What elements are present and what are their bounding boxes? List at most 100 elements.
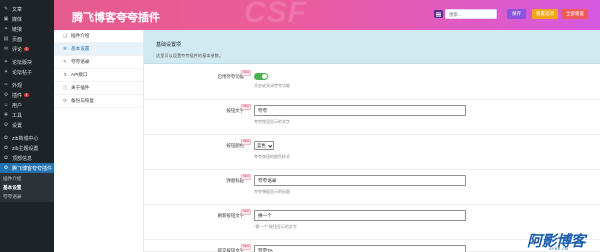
sidebar-item-label: 用户 bbox=[12, 102, 23, 109]
save-button[interactable]: 保存 bbox=[507, 9, 526, 19]
comment-icon: ✉ bbox=[3, 46, 9, 52]
enable-toggle[interactable] bbox=[254, 73, 268, 80]
sidebar-item[interactable]: ▣ 媒体 bbox=[0, 14, 54, 24]
sidebar-item-label: 设置 bbox=[12, 122, 23, 129]
sidebar-item-label: zib商城中心 bbox=[12, 135, 39, 142]
update-count-badge: 1 bbox=[24, 92, 29, 98]
sidebar-item[interactable]: ✉ 评论 1 bbox=[0, 44, 54, 54]
setting-row: 启用夸夸功能 NEW 开启或关闭夸夸功能 bbox=[144, 64, 600, 100]
quote-icon: ✎ bbox=[63, 59, 67, 64]
sidebar-item-label: 文章 bbox=[12, 6, 23, 13]
plugin-nav-label: 插件介绍 bbox=[71, 33, 90, 38]
watermark-domain: AYBK.CN bbox=[549, 246, 569, 251]
setting-help: 夸夸按钮显示的文字 bbox=[254, 119, 290, 124]
sidebar-item[interactable]: ✿ zib主题设置 bbox=[0, 143, 54, 153]
sidebar-subitem[interactable]: 插件介绍 bbox=[0, 174, 54, 183]
appearance-icon: ✑ bbox=[3, 82, 9, 88]
plugin-icon: ⚙ bbox=[3, 92, 9, 98]
plugin-nav-item[interactable]: ❏ 插件介绍 bbox=[54, 30, 143, 43]
setting-label: 提交按钮文字 NEW bbox=[144, 244, 251, 252]
tools-icon: ✚ bbox=[3, 112, 9, 118]
setting-help: 开启或关闭夸夸功能 bbox=[254, 83, 290, 88]
settings-icon: ⚙ bbox=[3, 122, 9, 128]
sidebar-item[interactable]: ✿ zib商城中心 bbox=[0, 133, 54, 143]
plugin-header: CSF 腾飞博客夸夸插件 v2.1.0 保存 重置选项 全部重置 bbox=[54, 0, 600, 30]
sidebar-item[interactable]: ✦ 论坛帖子 bbox=[0, 67, 54, 77]
setting-label-text: 提交按钮文字 bbox=[217, 248, 244, 252]
sidebar-item[interactable]: ⚭ 链接 bbox=[0, 24, 54, 34]
sidebar-item[interactable]: ✎ 文章 bbox=[0, 4, 54, 14]
plugin-nav-item[interactable]: ⟳ 备份与恢复 bbox=[54, 95, 143, 108]
grid-icon: ✿ bbox=[3, 135, 9, 141]
topic-icon: ✦ bbox=[3, 69, 9, 75]
text-field[interactable] bbox=[254, 105, 466, 116]
sidebar-item[interactable]: ⚙ 设置 bbox=[0, 120, 54, 130]
select-value: 蓝色 bbox=[257, 142, 266, 148]
media-icon: ▣ bbox=[3, 16, 9, 22]
sidebar-item-label: 外观 bbox=[12, 82, 23, 89]
sidebar-item-label: 腾飞博客夸夸插件 bbox=[12, 165, 53, 172]
users-icon: ☺ bbox=[3, 102, 9, 108]
menu-toggle-button[interactable] bbox=[434, 10, 443, 18]
new-tag: NEW bbox=[241, 244, 251, 250]
sidebar-item[interactable]: ⚙ 插件 1 bbox=[0, 90, 54, 100]
plugin-nav-label: 夸夸语录 bbox=[71, 59, 90, 64]
setting-label-text: 启用夸夸功能 bbox=[217, 74, 244, 79]
plugin-version: v2.1.0 bbox=[141, 12, 152, 17]
link-icon: ⚭ bbox=[3, 26, 9, 32]
sidebar-item-label: 工具 bbox=[12, 112, 23, 119]
section-header: 基础设置项 这里可以设置夸夸插件的基本参数。 bbox=[144, 30, 600, 64]
sidebar-item-label: zib主题设置 bbox=[12, 145, 39, 152]
sidebar-item[interactable]: ✚ 工具 bbox=[0, 110, 54, 120]
color-select[interactable]: 蓝色 bbox=[254, 141, 274, 150]
gear-icon: ⚙ bbox=[3, 165, 9, 171]
text-field[interactable] bbox=[254, 210, 466, 221]
reset-all-button[interactable]: 全部重置 bbox=[562, 9, 588, 19]
sidebar-item-label: 媒体 bbox=[12, 16, 23, 23]
text-field[interactable] bbox=[254, 175, 466, 186]
plugin-nav-label: API接口 bbox=[71, 72, 88, 77]
sidebar-item-label: 插件 bbox=[12, 92, 23, 99]
sidebar-item[interactable]: ⚙ 腾飞博客夸夸插件 bbox=[0, 163, 54, 173]
section-title: 基础设置项 bbox=[156, 42, 182, 48]
plugin-nav-label: 基本设置 bbox=[71, 46, 90, 51]
update-count-badge: 1 bbox=[24, 46, 29, 52]
setting-row: 弹窗标题NEW夸夸弹窗显示的标题 bbox=[144, 170, 600, 205]
sidebar-item[interactable]: ✑ 外观 bbox=[0, 80, 54, 90]
new-tag: NEW bbox=[241, 174, 251, 180]
plugin-nav-item[interactable]: ✲ 基本设置 bbox=[54, 43, 143, 56]
text-field[interactable] bbox=[254, 245, 466, 252]
header-decoration: CSF bbox=[244, 0, 307, 29]
settings-panel: 基础设置项 这里可以设置夸夸插件的基本参数。 启用夸夸功能 NEW 开启或关闭夸夸功… bbox=[144, 30, 600, 252]
search-input[interactable] bbox=[445, 9, 497, 19]
sidebar-item-label: 页面 bbox=[12, 36, 23, 43]
sidebar-item[interactable]: ☺ 用户 bbox=[0, 100, 54, 110]
sidebar-item-label: 论坛版块 bbox=[12, 59, 33, 66]
api-icon: ↯ bbox=[63, 72, 67, 77]
sidebar-subitem[interactable]: 基本设置 bbox=[0, 183, 54, 192]
hamburger-icon bbox=[436, 13, 441, 15]
backup-icon: ⟳ bbox=[63, 98, 67, 103]
sidebar-item[interactable]: ▤ 页面 bbox=[0, 34, 54, 44]
new-tag: NEW bbox=[241, 104, 251, 110]
setting-label-text: 刷新按钮文字 bbox=[217, 213, 244, 218]
chevron-down-icon bbox=[267, 143, 272, 148]
plugin-nav: ❏ 插件介绍 ✲ 基本设置 ✎ 夸夸语录 ↯ API接口 ⓘ 关于插件 ⟳ 备份与恢复 bbox=[54, 30, 144, 252]
about-icon: ⓘ bbox=[62, 85, 68, 90]
flag-icon: ✿ bbox=[3, 155, 9, 161]
sidebar-item[interactable]: ✦ 论坛版块 bbox=[0, 57, 54, 67]
settings-icon: ✲ bbox=[63, 46, 67, 51]
sidebar-subitem[interactable]: 夸夸语录 bbox=[0, 192, 54, 201]
page-icon: ▤ bbox=[3, 36, 9, 42]
setting-label: 弹窗标题 NEW bbox=[144, 174, 251, 184]
setting-help: 夸夸按钮的颜色样式 bbox=[254, 154, 290, 159]
sidebar-item[interactable]: ✿ 顶部信息 bbox=[0, 153, 54, 163]
plugin-nav-item[interactable]: ↯ API接口 bbox=[54, 69, 143, 82]
reset-section-button[interactable]: 重置选项 bbox=[532, 9, 558, 19]
new-tag: NEW bbox=[241, 70, 251, 76]
plugin-nav-item[interactable]: ⓘ 关于插件 bbox=[54, 82, 143, 95]
sidebar-item-label: 评论 bbox=[12, 46, 23, 53]
forum-icon: ✦ bbox=[3, 59, 9, 65]
setting-row: 按钮颜色 NEW 蓝色 夸夸按钮的颜色样式 bbox=[144, 135, 600, 170]
plugin-nav-item[interactable]: ✎ 夸夸语录 bbox=[54, 56, 143, 69]
